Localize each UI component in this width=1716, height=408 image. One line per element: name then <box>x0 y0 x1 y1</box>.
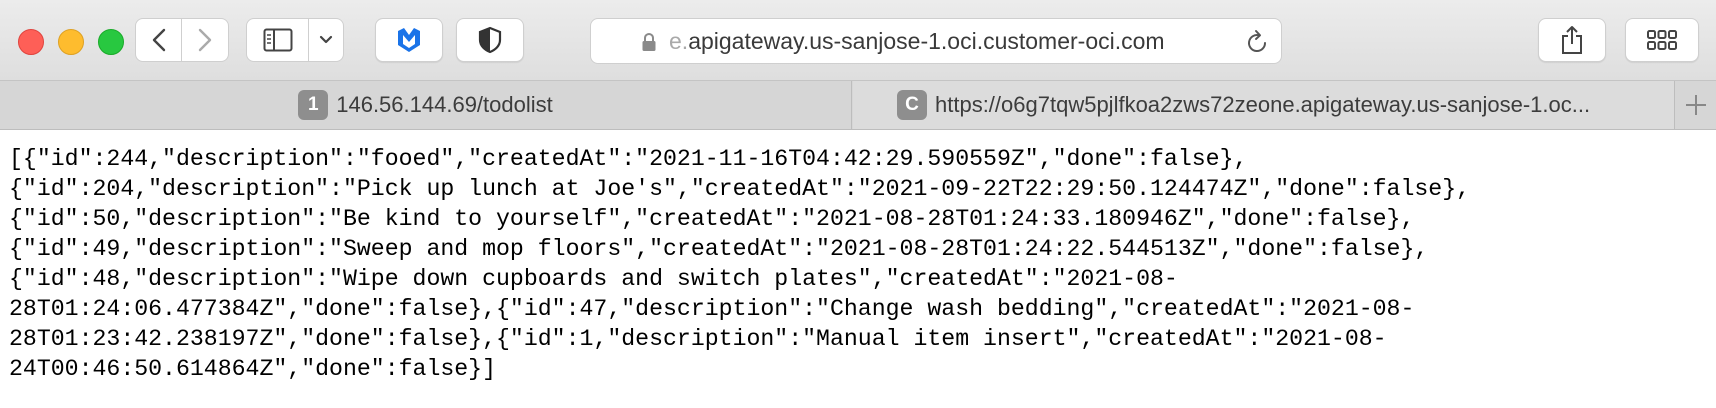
json-line: {"id":48,"description":"Wipe down cupboa… <box>9 266 1178 292</box>
address-url-main: apigateway.us-sanjose-1.oci.customer-oci… <box>688 28 1165 54</box>
forward-button[interactable] <box>182 18 229 62</box>
sidebar-button[interactable] <box>246 18 309 62</box>
reload-icon[interactable] <box>1245 29 1269 55</box>
tab-favicon-badge: C <box>897 90 927 120</box>
tab-overview-button[interactable] <box>1625 18 1699 62</box>
history-nav-group <box>135 18 229 62</box>
tab-bar: 1 146.56.144.69/todolist C https://o6g7t… <box>0 80 1716 130</box>
tab-todolist[interactable]: 1 146.56.144.69/todolist <box>0 81 852 129</box>
new-tab-button[interactable] <box>1674 81 1716 129</box>
json-line: {"id":49,"description":"Sweep and mop fl… <box>9 236 1429 262</box>
address-url: e.apigateway.us-sanjose-1.oci.customer-o… <box>669 28 1165 55</box>
chevron-left-icon <box>152 28 165 52</box>
json-line: 28T01:23:42.238197Z","done":false},{"id"… <box>9 326 1387 352</box>
back-button[interactable] <box>135 18 182 62</box>
minimize-window-button[interactable] <box>58 29 84 55</box>
address-bar[interactable]: e.apigateway.us-sanjose-1.oci.customer-o… <box>590 18 1282 64</box>
zoom-window-button[interactable] <box>98 29 124 55</box>
plus-icon <box>1685 95 1706 115</box>
json-line: 24T00:46:50.614864Z","done":false}] <box>9 356 497 382</box>
grid-icon <box>1647 30 1677 50</box>
tab-label: 146.56.144.69/todolist <box>336 92 553 117</box>
tab-favicon-badge: 1 <box>298 90 329 120</box>
browser-toolbar: e.apigateway.us-sanjose-1.oci.customer-o… <box>0 0 1716 80</box>
lock-icon <box>642 32 656 51</box>
tab-label: https://o6g7tqw5pjlfkoa2zws72zeone.apiga… <box>935 92 1591 117</box>
json-line: 28T01:24:06.477384Z","done":false},{"id"… <box>9 296 1415 322</box>
json-response-body: [{"id":244,"description":"fooed","create… <box>9 144 1709 384</box>
sidebar-menu-button[interactable] <box>309 18 344 62</box>
tab-api-gateway[interactable]: C https://o6g7tqw5pjlfkoa2zws72zeone.api… <box>853 81 1675 129</box>
json-line: {"id":50,"description":"Be kind to yours… <box>9 206 1415 232</box>
share-button[interactable] <box>1538 18 1606 62</box>
chevron-down-icon <box>319 35 333 44</box>
address-url-prefix: e. <box>669 28 689 54</box>
json-line: [{"id":244,"description":"fooed","create… <box>9 146 1248 172</box>
share-icon <box>1562 26 1582 54</box>
json-line: {"id":204,"description":"Pick up lunch a… <box>9 176 1471 202</box>
privacy-extension-button[interactable] <box>456 18 524 62</box>
chevron-right-icon <box>198 28 212 52</box>
malwarebytes-m-icon <box>398 28 420 52</box>
close-window-button[interactable] <box>18 29 44 55</box>
malwarebytes-extension-button[interactable] <box>375 18 443 62</box>
sidebar-group <box>246 18 344 62</box>
shield-icon <box>478 26 502 54</box>
sidebar-icon <box>263 28 292 52</box>
